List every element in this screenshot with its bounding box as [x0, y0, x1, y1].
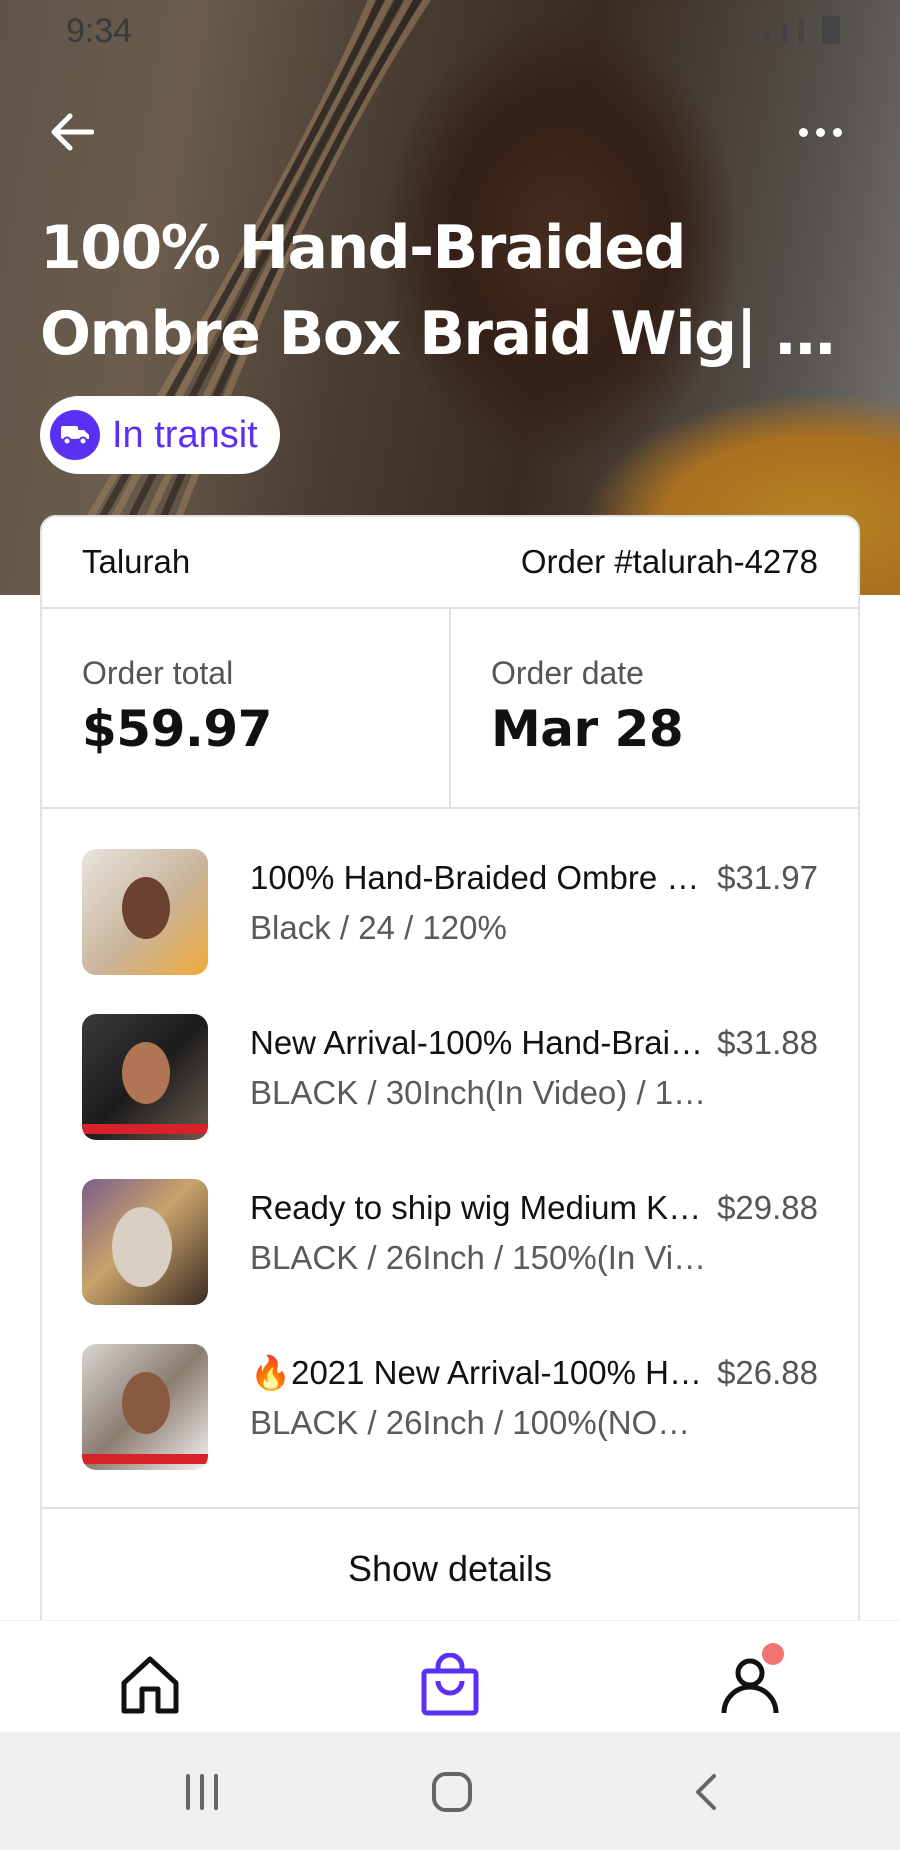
product-thumbnail	[82, 849, 208, 975]
order-date: Order date Mar 28	[449, 609, 858, 807]
item-variant: BLACK / 26Inch / 100%(NORMAL)	[250, 1404, 710, 1441]
item-title: Ready to ship wig Medium Knotless	[250, 1189, 710, 1226]
item-price: $31.88	[717, 1024, 818, 1061]
battery-icon	[822, 16, 840, 44]
nav-orders-button[interactable]	[410, 1645, 490, 1725]
home-icon	[121, 1656, 179, 1714]
customer-name: Talurah	[82, 543, 191, 580]
list-item[interactable]: New Arrival-100% Hand-Braided Wig BLACK …	[42, 1014, 858, 1179]
item-variant: BLACK / 30Inch(In Video) / 150%	[250, 1074, 710, 1111]
order-number: Order #talurah-4278	[520, 543, 818, 580]
status-badge-label: In transit	[112, 413, 258, 456]
status-icons	[748, 16, 840, 44]
order-items-list: 100% Hand-Braided Ombre Box Braid Wig Bl…	[42, 809, 858, 1509]
home-circle-icon	[432, 1772, 472, 1812]
nav-home-button[interactable]	[110, 1645, 190, 1725]
system-home-button[interactable]	[422, 1762, 482, 1822]
nav-account-button[interactable]	[710, 1643, 790, 1725]
system-back-button[interactable]	[675, 1762, 735, 1822]
item-price: $31.97	[717, 859, 818, 896]
order-total: Order total $59.97	[42, 609, 449, 807]
recent-apps-button[interactable]	[172, 1762, 232, 1822]
item-variant: BLACK / 26Inch / 150%(In Video)	[250, 1239, 710, 1276]
item-variant: Black / 24 / 120%	[250, 909, 507, 946]
product-thumbnail	[82, 1344, 208, 1470]
list-item[interactable]: 100% Hand-Braided Ombre Box Braid Wig Bl…	[42, 849, 858, 1014]
arrow-left-icon	[51, 113, 94, 151]
status-badge: In transit	[40, 396, 280, 474]
item-price: $29.88	[717, 1189, 818, 1226]
product-thumbnail	[82, 1014, 208, 1140]
item-title: 100% Hand-Braided Ombre Box Braid Wig	[250, 859, 710, 896]
product-title: 100% Hand-Braided Ombre Box Braid Wig| P…	[40, 205, 870, 377]
recent-apps-icon	[186, 1774, 218, 1810]
list-item[interactable]: Ready to ship wig Medium Knotless BLACK …	[42, 1179, 858, 1344]
signal-icon	[748, 36, 753, 44]
product-title-line2: Ombre Box Braid Wig| Pr...	[40, 299, 870, 369]
back-chevron-icon	[696, 1774, 716, 1810]
shopping-bag-icon	[421, 1653, 479, 1716]
bottom-nav	[0, 1620, 900, 1732]
order-total-value: $59.97	[82, 700, 272, 758]
item-title: 🔥2021 New Arrival-100% Hand-Braided	[250, 1354, 710, 1391]
truck-icon	[50, 410, 100, 460]
order-total-label: Order total	[82, 655, 234, 691]
product-title-line1: 100% Hand-Braided	[40, 213, 687, 283]
more-options-button[interactable]	[780, 100, 860, 164]
status-bar: 9:34	[0, 0, 900, 60]
order-date-label: Order date	[491, 655, 644, 691]
status-time: 9:34	[66, 12, 133, 50]
order-card: Talurah Order #talurah-4278 Order total …	[40, 515, 860, 1625]
item-price: $26.88	[717, 1354, 818, 1391]
order-stats: Order total $59.97 Order date Mar 28	[42, 609, 858, 809]
item-title: New Arrival-100% Hand-Braided Wig	[250, 1024, 710, 1061]
notification-dot	[762, 1643, 784, 1665]
order-date-value: Mar 28	[491, 700, 684, 758]
system-nav-bar	[0, 1732, 900, 1850]
list-item[interactable]: 🔥2021 New Arrival-100% Hand-Braided BLAC…	[42, 1344, 858, 1509]
order-card-header: Talurah Order #talurah-4278	[42, 517, 858, 609]
back-button[interactable]	[40, 100, 104, 164]
more-dots-icon	[798, 127, 808, 137]
product-thumbnail	[82, 1179, 208, 1305]
show-details-button[interactable]: Show details	[42, 1509, 858, 1623]
